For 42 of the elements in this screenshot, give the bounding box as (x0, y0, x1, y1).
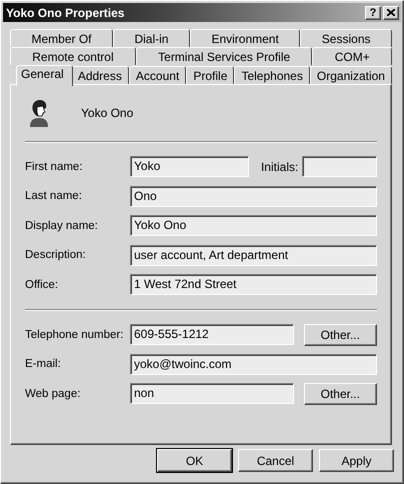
field-label: Web page: (25, 388, 82, 400)
tab[interactable]: Organization (310, 66, 392, 84)
tab[interactable]: Account (128, 66, 186, 84)
tab[interactable]: General (16, 65, 73, 86)
dialog-button[interactable]: Cancel (238, 449, 313, 472)
tab[interactable]: Dial-in (112, 29, 190, 47)
text-field[interactable]: Ono (130, 186, 377, 206)
tab[interactable]: Member Of (10, 29, 113, 47)
tab[interactable]: Profile (186, 66, 234, 84)
text-field[interactable]: Yoko (130, 156, 249, 177)
tab[interactable]: Remote control (10, 47, 136, 65)
field-label: Office: (25, 278, 60, 290)
text-field[interactable]: non (130, 383, 294, 404)
field-label: Description: (25, 249, 87, 261)
dialog-button[interactable]: Apply (319, 449, 394, 472)
field-label: First name: (25, 160, 84, 172)
help-button[interactable]: ? (365, 6, 381, 20)
other-button[interactable]: Other... (304, 324, 377, 346)
field-label: Display name: (25, 220, 99, 232)
field-label: E-mail: (25, 358, 62, 370)
close-icon (387, 9, 395, 16)
tab[interactable]: Telephones (234, 66, 310, 84)
tab[interactable]: Terminal Services Profile (136, 47, 312, 65)
user-icon (27, 99, 51, 127)
user-name: Yoko Ono (81, 106, 134, 120)
tab[interactable]: Environment (190, 29, 300, 47)
tab[interactable]: COM+ (312, 47, 392, 65)
tab[interactable]: Sessions (300, 29, 392, 47)
text-field[interactable]: user account, Art department (130, 244, 377, 266)
tab[interactable]: Address (70, 66, 129, 84)
dialog-button[interactable]: OK (157, 449, 232, 472)
close-button[interactable] (383, 6, 399, 20)
text-field[interactable]: yoko@twoinc.com (130, 354, 377, 374)
field-label: Telephone number: (25, 328, 124, 340)
text-field[interactable]: 1 West 72nd Street (130, 274, 377, 295)
text-field[interactable]: 609-555-1212 (130, 324, 294, 345)
field-label: Initials: (260, 160, 300, 174)
field-label: Last name: (25, 190, 83, 202)
text-field[interactable] (302, 156, 377, 177)
window-title: Yoko Ono Properties (6, 6, 126, 20)
other-button[interactable]: Other... (304, 382, 377, 404)
text-field[interactable]: Yoko Ono (130, 215, 377, 236)
